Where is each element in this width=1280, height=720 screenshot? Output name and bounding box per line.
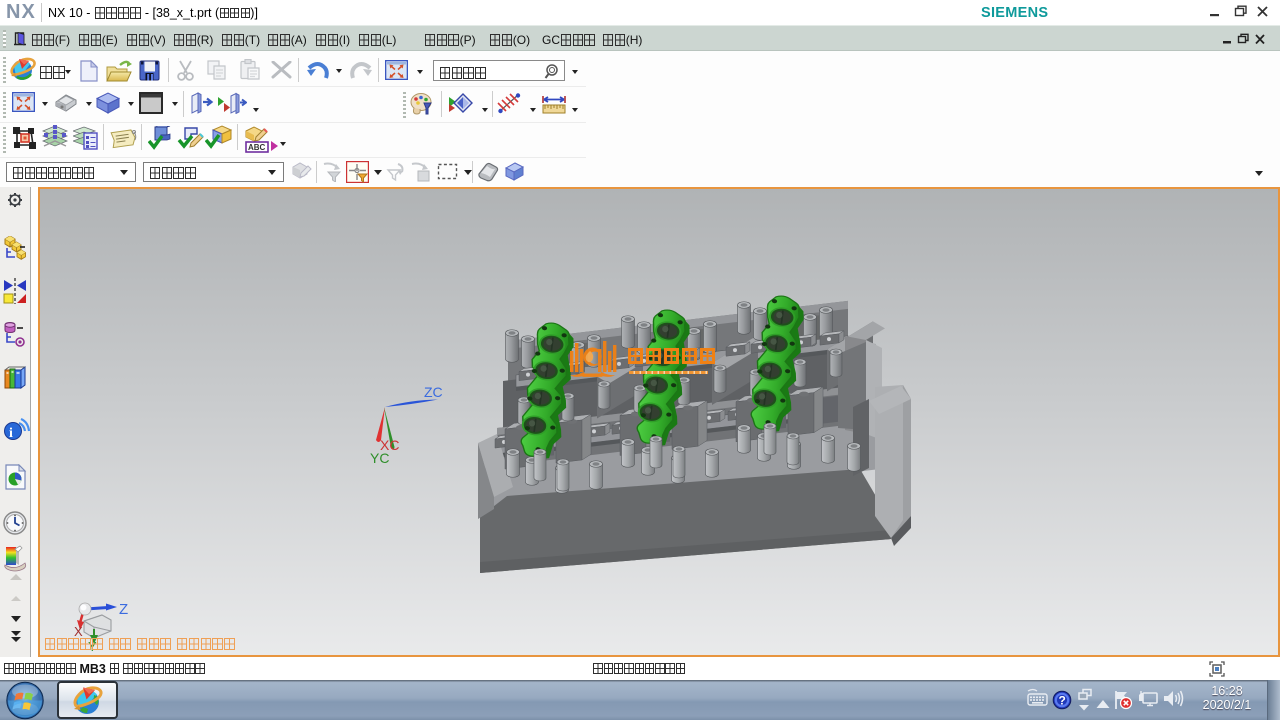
svg-text:ZC: ZC (424, 384, 443, 400)
svg-text:Z: Z (119, 601, 128, 618)
svg-text:i: i (9, 426, 13, 441)
svg-text:ABC: ABC (248, 143, 266, 152)
svg-text:YC: YC (370, 450, 389, 466)
svg-text:?: ? (1059, 694, 1066, 708)
